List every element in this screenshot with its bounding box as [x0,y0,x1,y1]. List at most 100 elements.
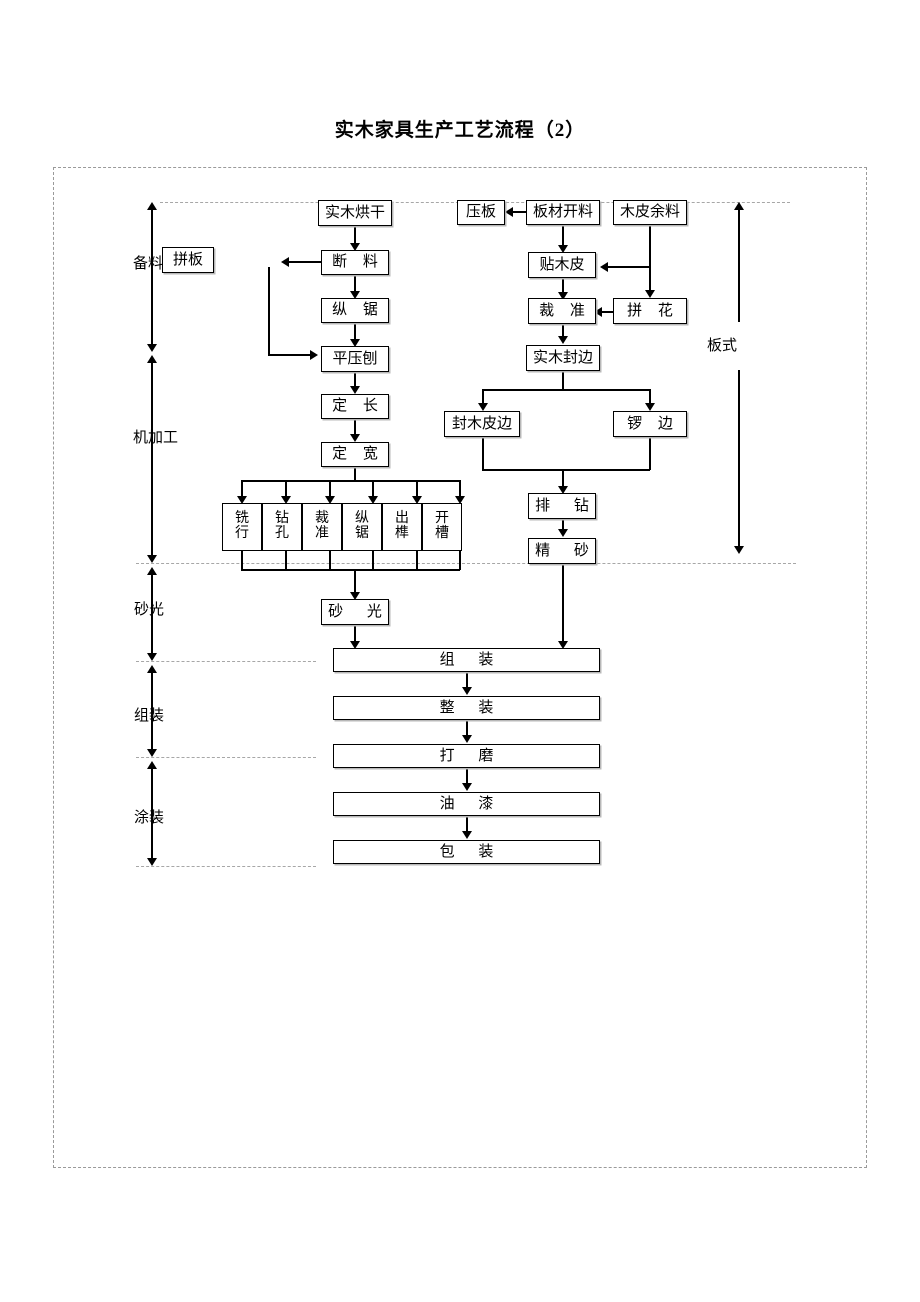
bus-bottom-machining [241,569,460,571]
edge-veneerscrap-to-marquetry [649,266,651,292]
busin-riser-6 [459,551,461,570]
bus-top-machining [241,480,460,482]
edge-crosscut-to-left [289,261,322,263]
stage-arrow-machining-up [147,355,157,363]
node-marquetry[interactable]: 拼 花 [613,298,687,324]
node-row-drilling[interactable]: 排 钻 [528,493,596,519]
stage-arrow-prep-up [147,202,157,210]
arrow-paint-to-pack [462,831,472,839]
separator-assembly-end [136,757,316,758]
node-grooving-label: 开槽 [435,511,449,541]
edge-veneerscrap-trunk [649,225,651,267]
node-planer[interactable]: 平压刨 [321,346,389,372]
panel-axis-arrow-up [734,202,744,210]
node-cut-to-width[interactable]: 定 宽 [321,442,389,467]
node-router-edging[interactable]: 锣 边 [613,411,687,437]
stage-arrow-sanding-down [147,653,157,661]
stage-label-finishing: 涂装 [134,810,165,826]
arrow-trim-to-solidedge [558,336,568,344]
panel-axis-label: 板式 [707,338,738,354]
stage-label-sanding: 砂光 [134,602,165,618]
node-panel-cutting[interactable]: 板材开料 [526,200,600,225]
node-polishing[interactable]: 打 磨 [333,744,600,768]
busin-riser-4 [372,551,374,570]
bus-edging-merge [482,469,650,471]
node-packaging[interactable]: 包 装 [333,840,600,864]
panel-axis-line-bottom [738,370,740,548]
node-fine-sanding[interactable]: 精 砂 [528,538,596,564]
arrow-crosscut-to-left [281,257,289,267]
node-glue-up[interactable]: 拼板 [162,247,214,273]
arrow-drill-to-finesand [558,529,568,537]
node-painting[interactable]: 油 漆 [333,792,600,816]
bus-edging-split [482,389,650,391]
edge-loop-horizontal [268,354,310,356]
node-tenoning[interactable]: 出榫 [382,503,422,551]
stage-arrow-prep-down [147,344,157,352]
node-sanding[interactable]: 砂 光 [321,599,389,625]
node-trimming[interactable]: 裁准 [302,503,342,551]
node-grooving[interactable]: 开槽 [422,503,462,551]
arrow-split-left [478,403,488,411]
node-milling[interactable]: 铣行 [222,503,262,551]
node-assembly[interactable]: 组 装 [333,648,600,672]
panel-axis-line-top [738,208,740,322]
node-drilling-label: 钻孔 [275,511,289,541]
node-solid-wood-edging[interactable]: 实木封边 [526,345,600,371]
arrow-veneerscrap-to-marquetry [645,290,655,298]
stage-label-prep: 备料 [133,256,164,272]
stage-arrow-assembly-up [147,665,157,673]
separator-finishing-end [136,866,316,867]
arrow-split-right [645,403,655,411]
edge-panelcut-to-press [513,211,527,213]
edge-bus-to-sanding [354,569,356,594]
node-crosscut[interactable]: 断 料 [321,250,389,275]
node-veneering[interactable]: 贴木皮 [528,252,596,278]
edge-solidedge-down [562,371,564,390]
node-solid-wood-drying[interactable]: 实木烘干 [318,200,392,226]
edge-veneeredge-down [482,437,484,470]
node-tenoning-label: 出榫 [395,511,409,541]
node-ripsaw-mach[interactable]: 纵锯 [342,503,382,551]
edge-width-to-bus [354,467,356,481]
arrow-planer-to-length [350,386,360,394]
busin-riser-5 [416,551,418,570]
stage-arrow-finishing-up [147,761,157,769]
stage-arrow-sanding-up [147,567,157,575]
node-milling-label: 铣行 [235,511,249,541]
node-panel-trim[interactable]: 裁 准 [528,298,596,324]
edge-veneerscrap-to-veneer [608,266,650,268]
page-title: 实木家具生产工艺流程（2） [334,120,586,141]
node-veneer-edging[interactable]: 封木皮边 [444,411,520,437]
stage-arrow-machining-down [147,555,157,563]
node-cut-to-length[interactable]: 定 长 [321,394,389,419]
busin-riser-1 [241,551,243,570]
node-press-panel[interactable]: 压板 [457,200,505,225]
arrow-panelcut-to-press [505,207,513,217]
stage-label-machining: 机加工 [133,430,179,446]
arrow-veneerscrap-to-veneer [600,262,608,272]
arrow-length-to-width [350,434,360,442]
node-ripsaw-mach-label: 纵锯 [355,511,369,541]
arrow-assembly-to-final [462,687,472,695]
node-drilling[interactable]: 钻孔 [262,503,302,551]
stage-arrow-finishing-down [147,858,157,866]
arrow-polish-to-paint [462,783,472,791]
stage-axis-machining [151,361,153,555]
edge-routeredge-down [649,437,651,470]
edge-finesand-to-assembly [562,564,564,643]
node-final-assembly[interactable]: 整 装 [333,696,600,720]
busin-riser-2 [285,551,287,570]
edge-loop-vertical [268,267,270,355]
node-ripsaw[interactable]: 纵 锯 [321,298,389,323]
arrow-final-to-polish [462,735,472,743]
separator-sanding-end [136,661,316,662]
stage-axis-prep [151,208,153,344]
panel-axis-arrow-down [734,546,744,554]
busin-riser-3 [329,551,331,570]
arrow-loop-to-planer [310,350,318,360]
stage-arrow-assembly-down [147,749,157,757]
separator-machining-end [136,563,796,564]
node-trimming-label: 裁准 [315,511,329,541]
node-veneer-scrap[interactable]: 木皮余料 [613,200,687,225]
